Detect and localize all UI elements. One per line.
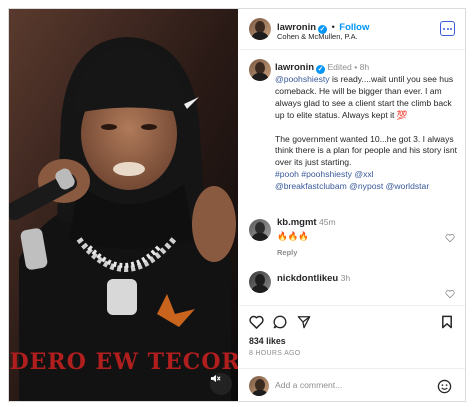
post-location[interactable]: Cohen & McMullen, P.A. [277, 32, 358, 41]
comment-username[interactable]: kb.mgmt [277, 217, 317, 228]
add-comment-input[interactable]: Add a comment... [275, 380, 342, 390]
post-side-panel: lawronin ✓ • Follow Cohen & McMullen, P.A… [239, 9, 465, 401]
mention-link[interactable]: @breakfastclubam [275, 181, 347, 191]
caption-age: 8h [359, 62, 370, 72]
caption-header: lawronin ✓ Edited • 8h [275, 62, 369, 74]
hashtag-link[interactable]: #poohshiesty [301, 169, 352, 179]
post-actions: 834 likes 8 HOURS AGO Add a comment... [239, 305, 465, 401]
verified-badge-icon: ✓ [316, 65, 326, 74]
post-header: lawronin ✓ • Follow Cohen & McMullen, P.A… [239, 9, 465, 50]
commenter-avatar[interactable] [249, 271, 271, 293]
video-frame: UNDERO EW TECORDS [9, 9, 238, 401]
mention-link[interactable]: @nypost [349, 181, 383, 191]
caption-mentions: @breakfastclubam @nypost @worldstar [275, 181, 461, 193]
caption-paragraph-1: @poohshiesty is ready....wait until you … [275, 74, 461, 122]
comment-text: 🔥🔥🔥 [277, 231, 310, 241]
caption-text: @poohshiesty is ready....wait until you … [275, 74, 461, 193]
share-icon[interactable] [297, 315, 311, 329]
reply-button[interactable]: Reply [277, 248, 336, 257]
like-count[interactable]: 834 likes [249, 336, 286, 346]
comment-like-heart-icon[interactable] [445, 289, 455, 299]
heart-icon[interactable] [249, 315, 264, 329]
svg-text:UNDERO EW TECORDS: UNDERO EW TECORDS [9, 349, 238, 375]
comment-item: kb.mgmt 45m 🔥🔥🔥 Reply [277, 217, 336, 257]
mute-icon [210, 374, 221, 383]
add-comment-row: Add a comment... [239, 368, 465, 401]
mention-link[interactable]: @xxl [354, 169, 373, 179]
caption-separator: • [354, 62, 358, 72]
comment-username[interactable]: nickdontlikeu [277, 273, 338, 284]
edited-label: Edited [327, 62, 352, 72]
author-avatar[interactable] [249, 18, 271, 40]
hashtag-link[interactable]: #pooh [275, 169, 299, 179]
comment-icon[interactable] [273, 315, 287, 329]
instagram-post-modal: UNDERO EW TECORDS lawronin✓ • Follow Coh… [8, 8, 466, 402]
commenter-avatar[interactable] [249, 219, 271, 241]
post-timestamp: 8 HOURS AGO [249, 350, 301, 357]
mute-button[interactable] [210, 373, 232, 395]
comment-like-heart-icon[interactable] [445, 233, 455, 243]
caption-paragraph-2: The government wanted 10...he got 3. I a… [275, 133, 458, 168]
comment-age: 45m [318, 217, 336, 227]
bookmark-icon[interactable] [441, 315, 453, 329]
post-media-video[interactable]: UNDERO EW TECORDS [9, 9, 238, 401]
mention-link[interactable]: @poohshiesty [275, 74, 330, 84]
current-user-avatar [249, 376, 269, 396]
caption-hashtags: #pooh #poohshiesty @xxl [275, 169, 461, 181]
emoji-icon[interactable] [437, 379, 452, 394]
mention-link[interactable]: @worldstar [386, 181, 430, 191]
caption-username[interactable]: lawronin [275, 62, 314, 73]
comment-item: nickdontlikeu 3h [277, 273, 350, 284]
more-options-icon[interactable] [440, 21, 455, 36]
comment-age: 3h [340, 273, 351, 283]
caption-avatar[interactable] [249, 59, 271, 81]
